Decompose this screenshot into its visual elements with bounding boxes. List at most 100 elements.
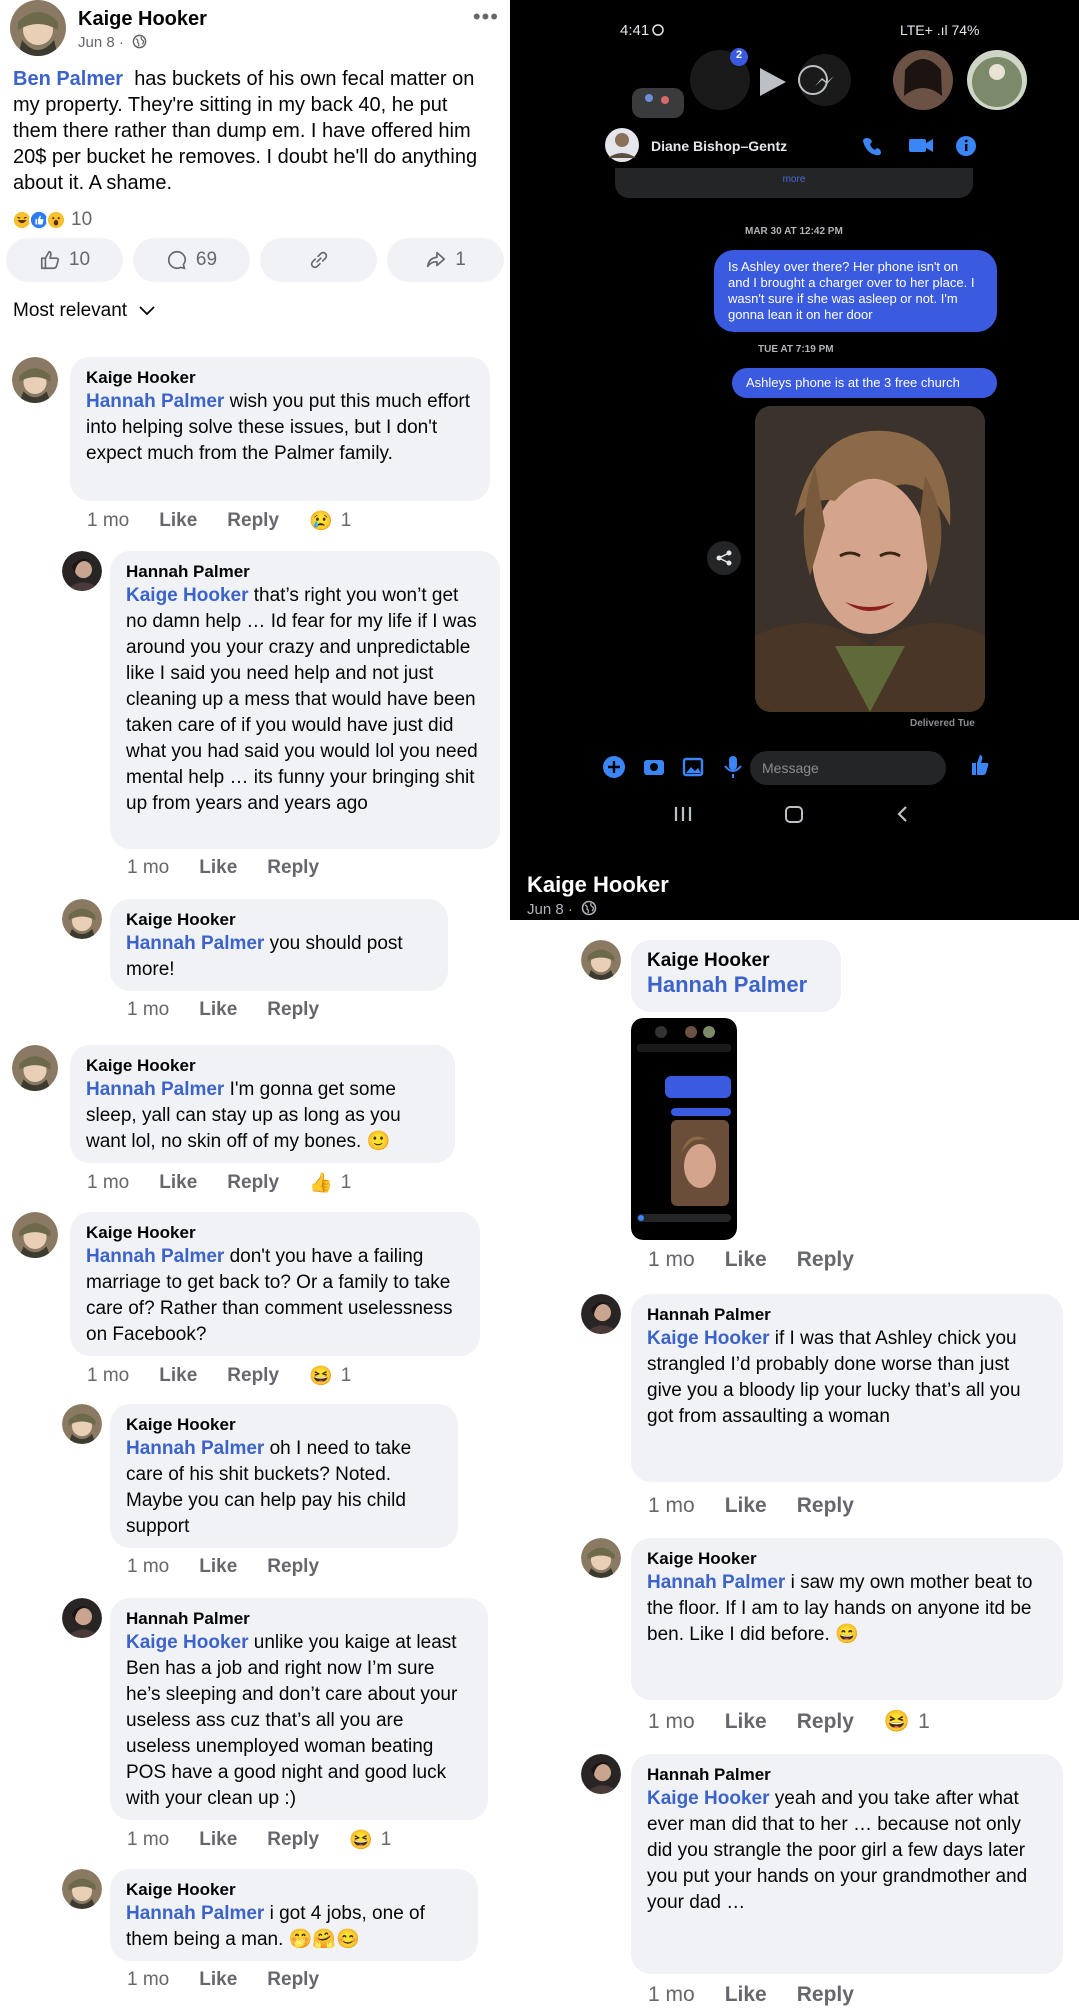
comment-time[interactable]: 1 mo xyxy=(127,1969,169,1991)
comment-reply-button[interactable]: Reply xyxy=(797,1494,854,1518)
attachment-author[interactable]: Kaige Hooker xyxy=(527,872,669,898)
like-button[interactable]: 10 xyxy=(6,238,123,282)
commenter-avatar[interactable] xyxy=(62,899,102,939)
comment-like-button[interactable]: Like xyxy=(159,1365,197,1387)
commenter-avatar[interactable] xyxy=(12,1212,58,1258)
comment-like-button[interactable]: Like xyxy=(725,1248,767,1272)
sent-message[interactable]: Ashleys phone is at the 3 free church xyxy=(732,368,997,398)
comment-time[interactable]: 1 mo xyxy=(87,1172,129,1194)
post-author[interactable]: Kaige Hooker xyxy=(78,8,207,31)
commenter-avatar[interactable] xyxy=(12,1045,58,1091)
comment-reply-button[interactable]: Reply xyxy=(797,1710,854,1734)
comment-reply-button[interactable]: Reply xyxy=(267,999,319,1021)
comment-author[interactable]: Kaige Hooker xyxy=(647,1548,1047,1570)
commenter-avatar[interactable] xyxy=(62,1598,102,1638)
commenter-avatar[interactable] xyxy=(581,940,621,980)
comment-like-button[interactable]: Like xyxy=(159,510,197,532)
comment-mention[interactable]: Hannah Palmer xyxy=(126,1438,264,1459)
comment-like-button[interactable]: Like xyxy=(199,857,237,879)
comment-author[interactable]: Hannah Palmer xyxy=(647,1764,1047,1786)
commenter-avatar[interactable] xyxy=(581,1294,621,1334)
comment-reply-button[interactable]: Reply xyxy=(267,857,319,879)
comment-reply-button[interactable]: Reply xyxy=(227,1172,279,1194)
comment-mention[interactable]: Kaige Hooker xyxy=(126,585,248,606)
messenger-screenshot[interactable]: 4:41 LTE+ .ıl 74% 2 Diane Bishop–Gentz m… xyxy=(510,0,1079,920)
share-button[interactable]: 1 xyxy=(387,238,504,282)
sent-message[interactable]: Is Ashley over there? Her phone isn't on… xyxy=(714,250,997,332)
comment-time[interactable]: 1 mo xyxy=(127,1556,169,1578)
comment-like-button[interactable]: Like xyxy=(159,1172,197,1194)
comment-reactions[interactable]: 😆 1 xyxy=(309,1364,351,1388)
chevron-down-icon xyxy=(139,306,155,316)
comment-like-button[interactable]: Like xyxy=(725,1710,767,1734)
contact-name[interactable]: Diane Bishop–Gentz xyxy=(651,138,787,154)
comment-mention[interactable]: Kaige Hooker xyxy=(647,1328,769,1349)
comment-mention[interactable]: Hannah Palmer xyxy=(86,1246,224,1267)
comment-author[interactable]: Kaige Hooker xyxy=(126,909,432,931)
comment-author[interactable]: Hannah Palmer xyxy=(647,1304,1047,1326)
see-more-link[interactable]: more xyxy=(615,168,973,198)
comment-reply-button[interactable]: Reply xyxy=(227,510,279,532)
comment-reactions[interactable]: 😆 1 xyxy=(349,1828,391,1852)
comment-text: Hannah Palmer xyxy=(647,972,825,998)
comment-image[interactable] xyxy=(631,1018,737,1240)
comment-like-button[interactable]: Like xyxy=(199,1829,237,1851)
comment-mention[interactable]: Kaige Hooker xyxy=(647,1788,769,1809)
comment-mention[interactable]: Hannah Palmer xyxy=(86,391,224,412)
comment-time[interactable]: 1 mo xyxy=(127,857,169,879)
commenter-avatar[interactable] xyxy=(581,1538,621,1578)
comment-author[interactable]: Hannah Palmer xyxy=(126,561,484,583)
comment-mention[interactable]: Hannah Palmer xyxy=(86,1079,224,1100)
commenter-avatar[interactable] xyxy=(62,551,102,591)
comment-author[interactable]: Kaige Hooker xyxy=(126,1879,462,1901)
comment-author[interactable]: Kaige Hooker xyxy=(86,367,474,389)
comment-reactions[interactable]: 😢 1 xyxy=(309,509,351,533)
sent-photo[interactable] xyxy=(755,406,985,712)
comment-time[interactable]: 1 mo xyxy=(127,1829,169,1851)
comment-mention[interactable]: Hannah Palmer xyxy=(126,1903,264,1924)
comment-time[interactable]: 1 mo xyxy=(87,510,129,532)
post-mention[interactable]: Ben Palmer xyxy=(13,68,123,90)
comment-author[interactable]: Hannah Palmer xyxy=(126,1608,472,1630)
comment-time[interactable]: 1 mo xyxy=(648,1248,695,1272)
comment-time[interactable]: 1 mo xyxy=(648,1494,695,1518)
message-input[interactable]: Message xyxy=(750,751,946,785)
attached-screenshot[interactable] xyxy=(631,1018,737,1240)
reaction-summary[interactable]: 10 xyxy=(12,208,92,232)
comment-author[interactable]: Kaige Hooker xyxy=(126,1414,442,1436)
author-avatar[interactable] xyxy=(10,0,66,56)
more-options-button[interactable]: ••• xyxy=(473,4,499,30)
comment-like-button[interactable]: Like xyxy=(725,1983,767,2007)
comment-time[interactable]: 1 mo xyxy=(648,1710,695,1734)
copy-link-button[interactable] xyxy=(260,238,377,282)
commenter-avatar[interactable] xyxy=(12,357,58,403)
comment-reply-button[interactable]: Reply xyxy=(267,1969,319,1991)
comment-button[interactable]: 69 xyxy=(133,238,250,282)
comment-reply-button[interactable]: Reply xyxy=(267,1556,319,1578)
comment-author[interactable]: Kaige Hooker xyxy=(86,1055,439,1077)
comment-mention[interactable]: Hannah Palmer xyxy=(647,972,807,997)
comment-time[interactable]: 1 mo xyxy=(87,1365,129,1387)
comment-mention[interactable]: Hannah Palmer xyxy=(126,933,264,954)
comment-like-button[interactable]: Like xyxy=(199,1969,237,1991)
comment-mention[interactable]: Hannah Palmer xyxy=(647,1572,785,1593)
comment-author[interactable]: Kaige Hooker xyxy=(647,950,825,972)
comment-sort-dropdown[interactable]: Most relevant xyxy=(13,300,155,322)
comment-time[interactable]: 1 mo xyxy=(648,1983,695,2007)
comment-reply-button[interactable]: Reply xyxy=(797,1248,854,1272)
date-separator: · xyxy=(567,901,573,918)
comment-like-button[interactable]: Like xyxy=(199,1556,237,1578)
comment-reactions[interactable]: 😆 1 xyxy=(884,1710,930,1734)
commenter-avatar[interactable] xyxy=(581,1754,621,1794)
commenter-avatar[interactable] xyxy=(62,1404,102,1444)
comment-like-button[interactable]: Like xyxy=(725,1494,767,1518)
comment-reply-button[interactable]: Reply xyxy=(227,1365,279,1387)
comment-like-button[interactable]: Like xyxy=(199,999,237,1021)
comment-reactions[interactable]: 👍 1 xyxy=(309,1171,351,1195)
commenter-avatar[interactable] xyxy=(62,1869,102,1909)
comment-reply-button[interactable]: Reply xyxy=(797,1983,854,2007)
comment-reply-button[interactable]: Reply xyxy=(267,1829,319,1851)
comment-time[interactable]: 1 mo xyxy=(127,999,169,1021)
comment-author[interactable]: Kaige Hooker xyxy=(86,1222,464,1244)
comment-mention[interactable]: Kaige Hooker xyxy=(126,1632,248,1653)
